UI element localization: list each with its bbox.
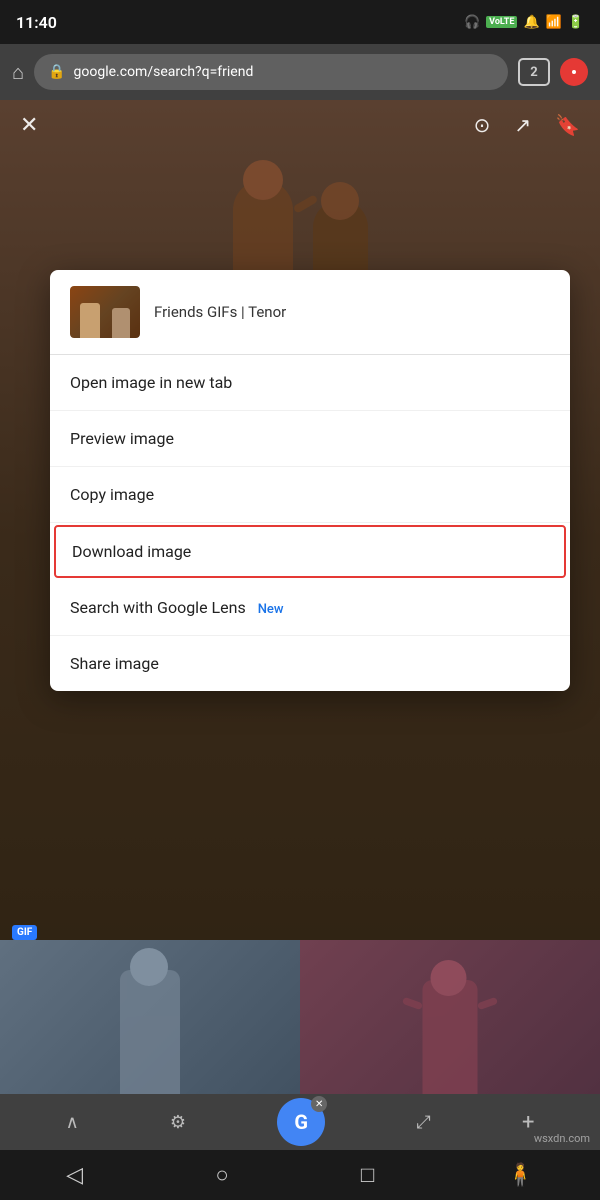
toolbar-right-icons: ⊙ ↗ 🔖 [474, 113, 580, 137]
focus-icon[interactable]: ⊙ [474, 113, 491, 137]
thumb-figure-2 [112, 308, 130, 338]
google-button-close[interactable]: ✕ [311, 1096, 327, 1112]
recents-button[interactable]: □ [361, 1162, 374, 1188]
address-bar: ⌂ 🔒 google.com/search?q=friend 2 [0, 44, 600, 100]
lock-icon: 🔒 [48, 64, 65, 80]
google-g-letter: G [294, 1110, 308, 1134]
signal-icon: 📶 [546, 15, 562, 30]
expand-icon[interactable]: ⤢ [416, 1112, 430, 1133]
menu-item-search-lens-label: Search with Google Lens [70, 598, 246, 617]
menu-item-search-lens[interactable]: Search with Google Lens New [50, 580, 570, 636]
menu-item-share-image-label: Share image [70, 654, 159, 673]
back-button[interactable]: ◁ [66, 1163, 83, 1188]
system-navigation-bar: ◁ ○ □ 🧍 [0, 1150, 600, 1200]
url-box[interactable]: 🔒 google.com/search?q=friend [34, 54, 508, 90]
menu-item-download-image-label: Download image [72, 542, 191, 561]
accessibility-icon[interactable]: 🧍 [506, 1163, 533, 1188]
menu-item-preview-image-label: Preview image [70, 429, 174, 448]
status-time: 11:40 [16, 13, 57, 32]
menu-item-open-new-tab-label: Open image in new tab [70, 373, 232, 392]
headphone-icon: 🎧 [464, 15, 480, 30]
close-icon[interactable]: ✕ [20, 113, 38, 138]
new-badge: New [258, 602, 284, 617]
battery-icon: 🔋 [568, 15, 584, 30]
notification-icon: 🔔 [523, 15, 539, 30]
apps-icon[interactable]: ⚙ [170, 1112, 186, 1133]
menu-item-download-image[interactable]: Download image [54, 525, 566, 578]
menu-item-copy-image[interactable]: Copy image [50, 467, 570, 523]
gif-badge: GIF [12, 925, 37, 940]
google-button[interactable]: G ✕ [277, 1098, 325, 1146]
chrome-bottom-bar: ∧ ⚙ G ✕ ⤢ + [0, 1094, 600, 1150]
bottom-image-strip: GIF GIF [0, 940, 600, 1120]
menu-item-preview-image[interactable]: Preview image [50, 411, 570, 467]
status-icons: 🎧 VoLTE 🔔 📶 🔋 [464, 15, 584, 30]
thumb-figure-1 [80, 303, 100, 338]
share-icon[interactable]: ↗ [514, 113, 531, 137]
bottom-image-left: GIF [0, 940, 300, 1120]
menu-button[interactable] [560, 58, 588, 86]
context-menu-header: Friends GIFs | Tenor [50, 270, 570, 355]
context-menu-source-title: Friends GIFs | Tenor [154, 303, 286, 321]
chevron-up-icon[interactable]: ∧ [66, 1112, 79, 1133]
menu-dot [572, 70, 576, 74]
tab-count-button[interactable]: 2 [518, 58, 550, 86]
url-text: google.com/search?q=friend [74, 64, 254, 80]
bookmark-icon[interactable]: 🔖 [555, 113, 580, 137]
home-button[interactable]: ○ [215, 1162, 228, 1188]
menu-item-copy-image-label: Copy image [70, 485, 154, 504]
volte-badge: VoLTE [486, 16, 517, 28]
bottom-image-right: GIF [300, 940, 600, 1120]
home-icon[interactable]: ⌂ [12, 60, 24, 85]
menu-item-open-new-tab[interactable]: Open image in new tab [50, 355, 570, 411]
status-bar: 11:40 🎧 VoLTE 🔔 📶 🔋 [0, 0, 600, 44]
context-menu: Friends GIFs | Tenor Open image in new t… [50, 270, 570, 691]
menu-item-share-image[interactable]: Share image [50, 636, 570, 691]
context-menu-thumbnail [70, 286, 140, 338]
add-tab-icon[interactable]: + [522, 1110, 534, 1135]
watermark: wsxdn.com [534, 1132, 590, 1145]
tab-count-label: 2 [530, 65, 537, 80]
